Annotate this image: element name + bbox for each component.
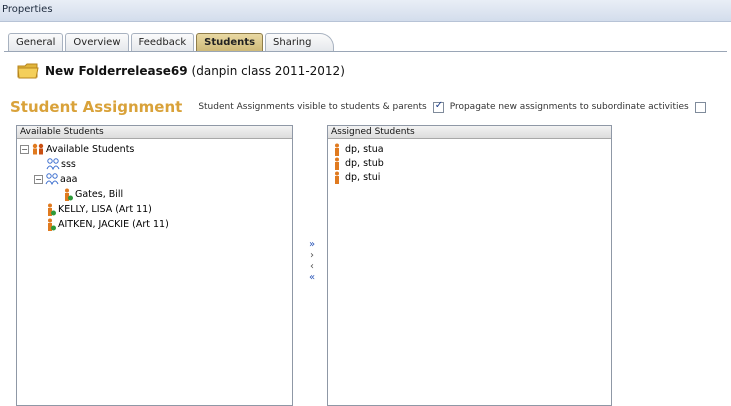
tab-sharing[interactable]: Sharing: [265, 33, 335, 52]
tree-label: KELLY, LISA (Art 11): [58, 203, 152, 215]
assigned-student-label: dp, stub: [345, 158, 384, 169]
tree-label: aaa: [60, 173, 78, 185]
tree-label: Gates, Bill: [75, 188, 124, 200]
transfer-buttons: » › ‹ «: [305, 240, 319, 284]
assignment-options: Student Assignment Student Assignments v…: [10, 98, 731, 116]
group-icon: [45, 173, 59, 185]
assigned-students-header: Assigned Students: [328, 126, 611, 139]
tree-row-student[interactable]: AITKEN, JACKIE (Art 11): [46, 217, 169, 231]
tree-row-root[interactable]: − Available Students: [20, 142, 134, 156]
visible-checkbox[interactable]: [432, 100, 444, 113]
student-icon: [335, 143, 339, 156]
list-item[interactable]: dp, stub: [333, 157, 384, 170]
remove-all-button[interactable]: «: [305, 273, 319, 284]
section-title: Student Assignment: [10, 98, 183, 116]
student-icon: [48, 218, 56, 231]
student-icon: [335, 157, 339, 170]
available-students-panel[interactable]: Available Students − Available Students …: [16, 125, 293, 406]
tab-overview[interactable]: Overview: [65, 33, 129, 52]
propagate-label: Propagate new assignments to subordinate…: [449, 102, 689, 112]
tree-row-student[interactable]: Gates, Bill: [63, 187, 123, 201]
student-icon: [65, 188, 73, 201]
tab-students[interactable]: Students: [196, 33, 264, 52]
tree-label: sss: [61, 158, 76, 170]
available-students-header: Available Students: [17, 126, 292, 139]
assigned-student-label: dp, stua: [345, 144, 384, 155]
tree-row-group-aaa[interactable]: − aaa: [34, 172, 77, 186]
tree-row-group-sss[interactable]: sss: [46, 157, 76, 171]
student-icon: [335, 171, 339, 184]
assigned-students-panel[interactable]: Assigned Students dp, stua dp, stub dp, …: [327, 125, 612, 406]
student-icon: [48, 203, 56, 216]
assigned-student-label: dp, stui: [345, 172, 381, 183]
folder-class-label: (danpin class 2011-2012): [191, 64, 345, 78]
folder-name: New Folderrelease69: [45, 64, 188, 78]
tab-general[interactable]: General: [8, 33, 64, 52]
tree-row-student[interactable]: KELLY, LISA (Art 11): [46, 202, 152, 216]
window-title: Properties: [0, 0, 731, 22]
tab-divider: [4, 51, 727, 52]
tree-label: AITKEN, JACKIE (Art 11): [58, 218, 169, 230]
tab-bar: General Overview Feedback Students Shari…: [8, 33, 336, 52]
propagate-checkbox[interactable]: [694, 101, 706, 113]
tree-label: Available Students: [46, 143, 135, 155]
collapse-icon[interactable]: −: [34, 174, 43, 184]
list-item[interactable]: dp, stua: [333, 143, 384, 156]
list-item[interactable]: dp, stui: [333, 171, 380, 184]
collapse-icon[interactable]: −: [20, 144, 29, 154]
folder-heading: New Folderrelease69 (danpin class 2011-2…: [17, 62, 345, 80]
group-icon: [46, 158, 60, 170]
tab-feedback[interactable]: Feedback: [130, 33, 195, 52]
folder-icon: [17, 63, 39, 79]
visible-label: Student Assignments visible to students …: [198, 102, 427, 112]
students-root-icon: [32, 143, 44, 155]
